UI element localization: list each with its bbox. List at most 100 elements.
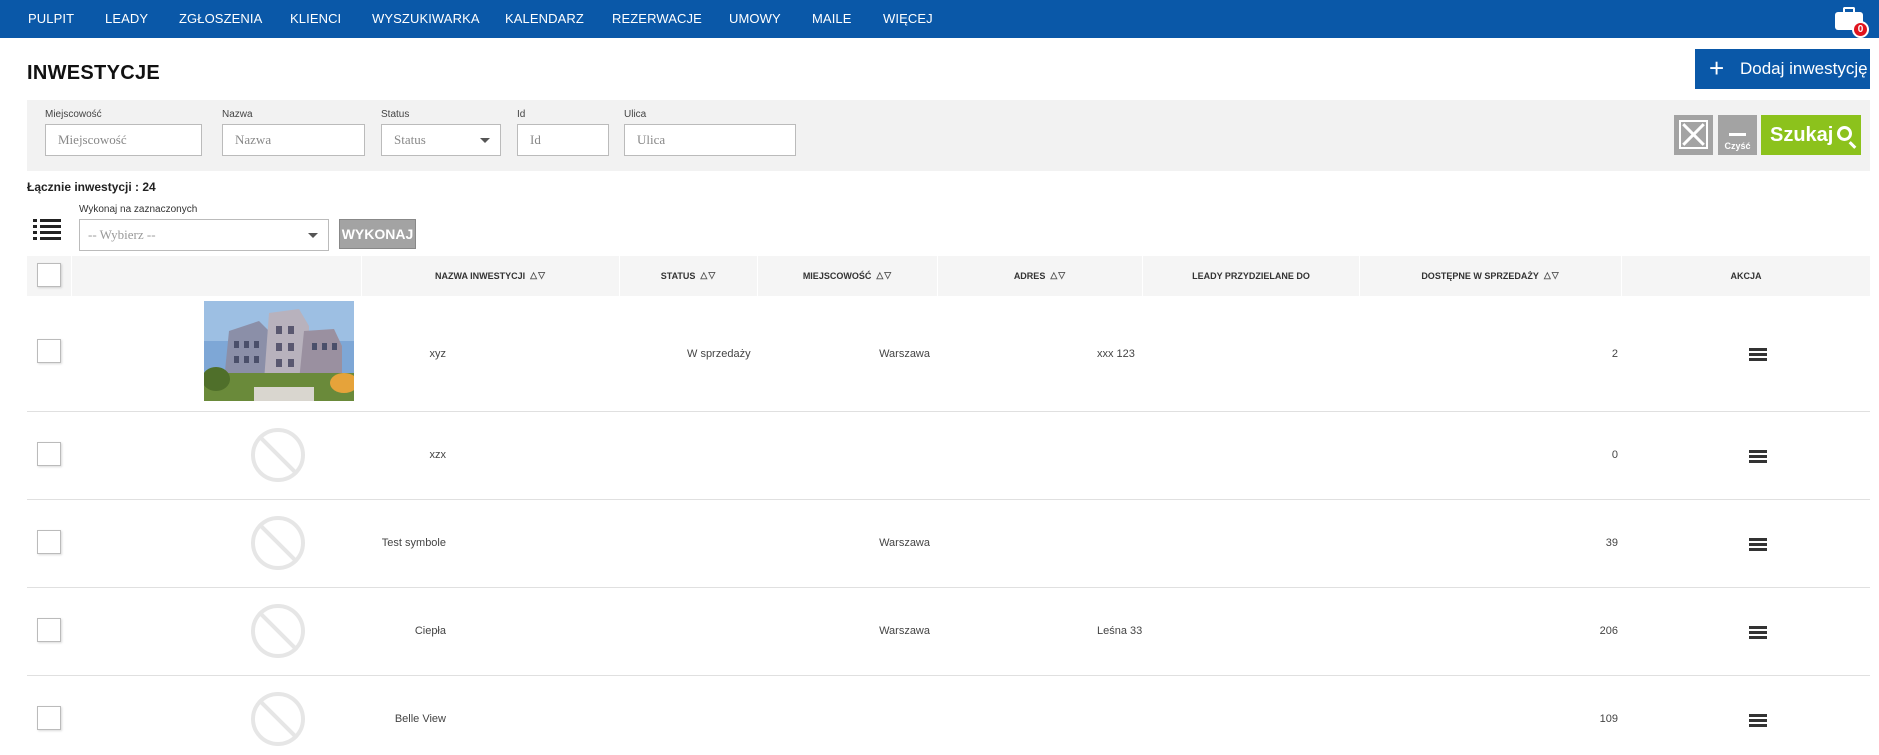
total-count: Łącznie inwestycji : 24: [27, 180, 156, 194]
th-available-label: DOSTĘPNE W SPRZEDAŻY: [1421, 271, 1539, 281]
clear-field-button[interactable]: [1674, 115, 1713, 155]
list-view-icon[interactable]: [33, 217, 61, 241]
investment-name[interactable]: Test symbole: [382, 537, 446, 549]
nav-item-wiecej[interactable]: WIĘCEJ: [883, 0, 933, 38]
name-filter-label: Nazwa: [222, 109, 253, 120]
table-row: xyz W sprzedaży Warszawa xxx 123 2: [27, 296, 1870, 412]
th-name-label: NAZWA INWESTYCJI: [434, 271, 526, 281]
nav-item-pulpit[interactable]: PULPIT: [28, 0, 74, 38]
id-filter-label: Id: [517, 109, 526, 120]
investment-address: xxx 123: [1097, 348, 1135, 360]
row-menu-icon[interactable]: [1749, 450, 1767, 464]
investment-thumbnail[interactable]: [204, 301, 354, 401]
bulk-action-label: Wykonaj na zaznaczonych: [79, 204, 198, 215]
sort-icon[interactable]: △▽: [530, 255, 546, 295]
th-city-label: MIEJSCOWOŚĆ: [802, 271, 872, 281]
investment-available: 0: [1611, 449, 1618, 461]
nav-item-wyszukiwarka[interactable]: WYSZUKIWARKA: [372, 0, 480, 38]
th-address-label: ADRES: [1013, 271, 1046, 281]
row-checkbox[interactable]: [37, 442, 61, 466]
th-city[interactable]: MIEJSCOWOŚĆ △▽: [758, 256, 938, 296]
th-available[interactable]: DOSTĘPNE W SPRZEDAŻY △▽: [1360, 256, 1622, 296]
row-checkbox[interactable]: [37, 618, 61, 642]
street-filter-label: Ulica: [624, 109, 647, 120]
id-filter-input[interactable]: Id: [517, 124, 609, 156]
close-box-icon: [1679, 120, 1708, 149]
city-filter-input[interactable]: Miejscowość: [45, 124, 202, 156]
status-filter-value: Status: [394, 132, 426, 147]
search-label: Szukaj: [1770, 124, 1834, 146]
th-name[interactable]: NAZWA INWESTYCJI △▽: [362, 256, 620, 296]
clear-all-label: Czyść: [1724, 141, 1751, 151]
table-row: Ciepła Warszawa Leśna 33 206: [27, 588, 1870, 676]
th-leads: LEADY PRZYDZIELANE DO: [1143, 256, 1360, 296]
status-filter-select[interactable]: Status: [381, 124, 501, 156]
bulk-action-select[interactable]: -- Wybierz --: [79, 219, 329, 251]
sort-icon[interactable]: △▽: [700, 255, 716, 295]
sort-icon[interactable]: △▽: [876, 255, 892, 295]
investment-name[interactable]: Ciepła: [415, 625, 446, 637]
table-header: NAZWA INWESTYCJI △▽ STATUS △▽ MIEJSCOWOŚĆ △…: [27, 256, 1870, 296]
search-button[interactable]: Szukaj: [1761, 115, 1861, 155]
investment-address: Leśna 33: [1097, 625, 1143, 637]
nav-item-rezerwacje[interactable]: REZERWACJE: [612, 0, 702, 38]
no-image-icon: [251, 604, 305, 658]
investment-available: 39: [1605, 537, 1618, 549]
investment-city: Warszawa: [879, 348, 930, 360]
row-menu-icon[interactable]: [1749, 348, 1767, 362]
nav-item-umowy[interactable]: UMOWY: [729, 0, 781, 38]
th-action: AKCJA: [1622, 256, 1870, 296]
th-action-label: AKCJA: [1730, 271, 1762, 281]
th-status[interactable]: STATUS △▽: [620, 256, 758, 296]
investment-name[interactable]: xyz: [430, 348, 447, 360]
nav-item-klienci[interactable]: KLIENCI: [290, 0, 341, 38]
th-image: [72, 256, 362, 296]
search-icon: [1837, 126, 1852, 141]
th-address[interactable]: ADRES △▽: [938, 256, 1143, 296]
investment-available: 109: [1599, 713, 1618, 725]
investment-available: 206: [1599, 625, 1618, 637]
add-investment-label: Dodaj inwestycję: [1740, 59, 1868, 78]
sort-icon[interactable]: △▽: [1050, 255, 1066, 295]
investment-city: Warszawa: [879, 625, 930, 637]
plus-icon: +: [1709, 53, 1725, 83]
investment-name[interactable]: xzx: [430, 449, 447, 461]
page-title: INWESTYCJE: [27, 62, 161, 84]
minus-icon: [1729, 133, 1746, 136]
city-filter-label: Miejscowość: [45, 109, 102, 120]
nav-item-zgloszenia[interactable]: ZGŁOSZENIA: [179, 0, 262, 38]
no-image-icon: [251, 428, 305, 482]
row-checkbox[interactable]: [37, 706, 61, 730]
th-checkbox: [27, 256, 72, 296]
building-image: [204, 301, 354, 401]
street-filter-input[interactable]: Ulica: [624, 124, 796, 156]
row-checkbox[interactable]: [37, 339, 61, 363]
bulk-action-value: -- Wybierz --: [88, 227, 156, 242]
no-image-icon: [251, 516, 305, 570]
clear-all-button[interactable]: Czyść: [1718, 115, 1757, 155]
investment-status: W sprzedaży: [687, 348, 751, 360]
nav-item-leady[interactable]: LEADY: [105, 0, 148, 38]
execute-button[interactable]: WYKONAJ: [339, 219, 416, 249]
investment-city: Warszawa: [879, 537, 930, 549]
sort-icon[interactable]: △▽: [1544, 255, 1560, 295]
add-investment-button[interactable]: + Dodaj inwestycję: [1695, 49, 1870, 89]
table-row: Test symbole Warszawa 39: [27, 500, 1870, 588]
top-navigation: PULPIT LEADY ZGŁOSZENIA KLIENCI WYSZUKIW…: [0, 0, 1879, 38]
status-filter-label: Status: [381, 109, 410, 120]
nav-item-maile[interactable]: MAILE: [812, 0, 852, 38]
briefcase-icon[interactable]: 0: [1833, 4, 1869, 38]
row-checkbox[interactable]: [37, 530, 61, 554]
table-row: Belle View 109: [27, 676, 1870, 755]
notification-badge: 0: [1852, 21, 1869, 38]
th-status-label: STATUS: [660, 271, 696, 281]
name-filter-input[interactable]: Nazwa: [222, 124, 365, 156]
th-leads-label: LEADY PRZYDZIELANE DO: [1192, 271, 1310, 281]
row-menu-icon[interactable]: [1749, 538, 1767, 552]
investment-name[interactable]: Belle View: [395, 713, 446, 725]
investment-available: 2: [1611, 348, 1618, 360]
row-menu-icon[interactable]: [1749, 626, 1767, 640]
no-image-icon: [251, 692, 305, 746]
nav-item-kalendarz[interactable]: KALENDARZ: [505, 0, 584, 38]
row-menu-icon[interactable]: [1749, 714, 1767, 728]
